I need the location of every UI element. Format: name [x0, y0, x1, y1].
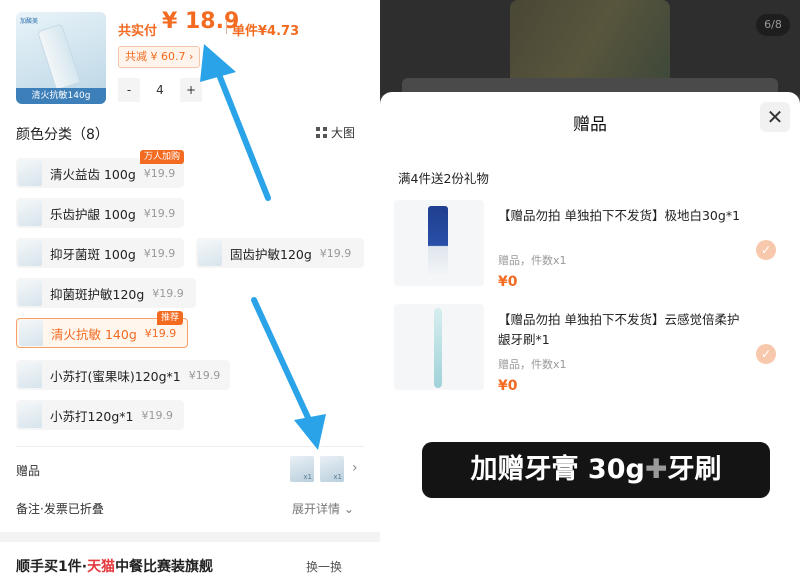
order-panel: 加酸美 清火抗敏140g 共实付 ¥ 18.9 单件¥4.73 共减 ¥ 60.… — [0, 0, 380, 576]
qty-decrease-button[interactable]: - — [118, 78, 140, 102]
plus-icon: ✚ — [644, 454, 668, 485]
variant-price: ¥19.9 — [143, 166, 176, 180]
gift-thumbnail[interactable]: x1 — [290, 456, 314, 482]
toothpaste-icon — [18, 280, 42, 306]
toothbrush-icon — [434, 308, 442, 388]
divider — [16, 446, 364, 447]
variant-tag: 万人加购 — [140, 150, 185, 164]
gift-item[interactable]: 【赠品勿拍 单独拍下不发货】极地白30g*1 赠品，件数x1 ¥0 ✓ — [394, 200, 786, 296]
qty-value[interactable]: 4 — [140, 78, 180, 102]
variant-name: 抑菌斑护敏120g — [50, 286, 145, 302]
qty-increase-button[interactable]: + — [180, 78, 202, 102]
toothpaste-icon — [428, 206, 448, 278]
total-price: ¥ 18.9 — [162, 9, 240, 34]
gift-meta: 赠品，件数x1 — [498, 254, 567, 267]
variant-price: ¥19.9 — [319, 246, 352, 260]
variant-name: 抑牙菌斑 100g — [50, 246, 136, 262]
toothpaste-icon — [18, 402, 42, 428]
recommend-red: 天猫 — [87, 559, 116, 575]
gift-count: x1 — [303, 473, 312, 481]
recommend-prefix: 顺手买1件· — [16, 559, 88, 575]
check-icon[interactable]: ✓ — [756, 344, 776, 364]
recommend-suffix: 中餐比赛装旗舰 — [115, 559, 214, 575]
image-pager: 6/8 — [756, 14, 790, 36]
variant-name: 清火抗敏 140g — [51, 326, 137, 342]
toothpaste-icon — [37, 23, 81, 91]
variant-tag: 推荐 — [157, 311, 184, 325]
section-gap — [0, 532, 380, 542]
expand-label: 展开详情 — [292, 502, 341, 516]
gift-price: ¥0 — [498, 274, 518, 290]
variant-name: 小苏打120g*1 — [50, 408, 134, 424]
expand-details-button[interactable]: 展开详情 ⌄ — [292, 500, 354, 517]
toothpaste-icon — [18, 362, 42, 388]
caption-text: 牙刷 — [667, 454, 722, 485]
caption-banner: 加赠牙膏 30g✚牙刷 — [422, 442, 770, 498]
dimmed-background[interactable]: 6/8 — [380, 0, 800, 98]
variant-option[interactable]: 小苏打(蜜果味)120g*1 ¥19.9 — [16, 360, 230, 390]
grid-icon — [316, 127, 327, 138]
variant-price: ¥19.9 — [188, 368, 221, 382]
gift-name: 【赠品勿拍 单独拍下不发货】云感觉倍柔护龈牙刷*1 — [498, 312, 740, 347]
variant-price: ¥19.9 — [141, 408, 174, 422]
swap-button[interactable]: 换一换 — [306, 558, 342, 575]
caption-text: 加赠牙膏 30g — [470, 454, 645, 485]
discount-detail-button[interactable]: 共减 ¥ 60.7 › — [118, 46, 201, 68]
total-label: 共实付 — [118, 24, 158, 39]
variant-option[interactable]: 清火益齿 100g ¥19.9 万人加购 — [16, 150, 185, 188]
variant-option[interactable]: 抑菌斑护敏120g ¥19.9 — [16, 278, 196, 308]
quantity-stepper: - 4 + — [118, 78, 202, 102]
variant-price: ¥19.9 — [143, 206, 176, 220]
notes-label: 备注·发票已折叠 — [16, 502, 104, 516]
gift-name: 【赠品勿拍 单独拍下不发货】极地白30g*1 — [498, 208, 741, 223]
toothpaste-icon — [198, 240, 222, 266]
price-separator — [226, 20, 227, 34]
unit-price: 单件¥4.73 — [232, 24, 300, 39]
variant-name: 小苏打(蜜果味)120g*1 — [50, 368, 181, 384]
gift-image — [394, 304, 484, 390]
gift-meta: 赠品，件数x1 — [498, 358, 567, 371]
close-button[interactable]: ✕ — [760, 102, 790, 132]
gift-image — [394, 200, 484, 286]
gift-item[interactable]: 【赠品勿拍 单独拍下不发货】云感觉倍柔护龈牙刷*1 赠品，件数x1 ¥0 ✓ — [394, 304, 786, 400]
variant-option[interactable]: 固齿护敏120g ¥19.9 — [196, 238, 364, 268]
chevron-right-icon[interactable]: › — [352, 460, 358, 476]
variant-option[interactable]: 乐齿护龈 100g ¥19.9 — [16, 198, 184, 228]
toothpaste-icon — [18, 240, 42, 266]
variant-section-title: 颜色分类（8） — [16, 127, 109, 143]
toothpaste-icon — [18, 160, 42, 186]
big-view-label: 大图 — [331, 126, 356, 140]
gift-row-label: 赠品 — [16, 464, 41, 478]
variant-name: 乐齿护龈 100g — [50, 206, 136, 222]
variant-name: 清火益齿 100g — [50, 166, 136, 182]
thumb-caption: 清火抗敏140g — [16, 88, 106, 104]
check-icon[interactable]: ✓ — [756, 240, 776, 260]
variant-price: ¥19.9 — [143, 246, 176, 260]
product-thumbnail[interactable]: 加酸美 清火抗敏140g — [16, 12, 106, 104]
gift-count: x1 — [333, 473, 342, 481]
promo-text: 满4件送2份礼物 — [398, 171, 489, 186]
variant-price: ¥19.9 — [152, 286, 184, 300]
recommend-title: 顺手买1件·天猫中餐比赛装旗舰 — [16, 556, 213, 576]
variant-option[interactable]: 抑牙菌斑 100g ¥19.9 — [16, 238, 184, 268]
variant-option[interactable]: 小苏打120g*1 ¥19.9 — [16, 400, 184, 430]
chevron-down-icon: ⌄ — [343, 502, 354, 516]
thumb-brand: 加酸美 — [20, 18, 39, 25]
big-view-button[interactable]: 大图 — [316, 124, 355, 141]
toothpaste-icon — [19, 320, 43, 346]
gift-price: ¥0 — [498, 378, 518, 394]
gift-thumbnail[interactable]: x1 — [320, 456, 344, 482]
toothpaste-icon — [18, 200, 42, 226]
variant-name: 固齿护敏120g — [230, 246, 312, 262]
variant-price: ¥19.9 — [144, 326, 177, 340]
sheet-title: 赠品 — [573, 115, 607, 135]
background-product-image — [510, 0, 670, 90]
variant-option-selected[interactable]: 清火抗敏 140g ¥19.9 推荐 — [16, 311, 188, 348]
gift-sheet: 赠品 ✕ 满4件送2份礼物 【赠品勿拍 单独拍下不发货】极地白30g*1 赠品，… — [380, 92, 800, 576]
